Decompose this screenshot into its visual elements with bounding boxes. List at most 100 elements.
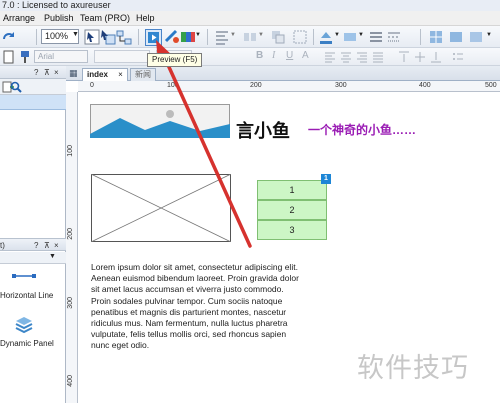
align-right-icon[interactable] [356, 51, 368, 63]
search-icon[interactable] [10, 81, 22, 93]
toolbar-separator [207, 29, 208, 45]
widget-horizontal-line[interactable]: Horizontal Line [0, 267, 66, 307]
sitemap-selected-row[interactable] [0, 95, 66, 110]
ruler-tick-label: 300 [335, 82, 347, 89]
tab-label: index [87, 70, 108, 79]
tab-menu-icon[interactable]: ▦ [69, 68, 78, 79]
menu-team[interactable]: Team (PRO) [80, 12, 130, 25]
snap-grid-icon[interactable] [428, 29, 444, 45]
toolbar-separator [313, 29, 314, 45]
font-family-select[interactable]: Arial [34, 50, 88, 63]
page-subtitle[interactable]: 一个神奇的小鱼…… [308, 121, 416, 138]
zoom-value: 100% [45, 31, 69, 41]
widgets-panel-header: t) ? ⊼ × [0, 238, 66, 251]
close-icon[interactable]: × [118, 70, 123, 79]
widgets-library-bar[interactable]: ▼ [0, 252, 66, 264]
toolbar-separator [420, 29, 421, 45]
dynamic-panel-icon [15, 317, 33, 334]
fill-color-icon[interactable] [318, 29, 334, 45]
redo-icon[interactable] [1, 29, 17, 45]
font-style-select[interactable] [94, 50, 150, 63]
pin-icon[interactable]: ⊼ [44, 241, 50, 251]
justify-icon[interactable] [372, 51, 384, 63]
border-icon[interactable] [468, 29, 484, 45]
valign-middle-icon[interactable] [414, 51, 426, 63]
sitemap-toolbar [0, 79, 66, 95]
row-value: 1 [289, 185, 295, 195]
arrow-style-icon[interactable] [448, 29, 464, 45]
close-icon[interactable]: × [54, 241, 59, 251]
horizontal-line-icon [12, 274, 36, 278]
pin-icon[interactable]: ⊼ [44, 68, 50, 78]
repeater-row[interactable]: 1 [257, 180, 327, 200]
page-heading[interactable]: 言小鱼 [236, 117, 290, 143]
italic-icon[interactable]: I [272, 50, 275, 61]
help-icon[interactable]: ? [34, 68, 38, 78]
repeater-row[interactable]: 2 [257, 200, 327, 220]
placeholder-box[interactable] [91, 174, 231, 242]
window-title-bar: 7.0 : Licensed to axureuser [0, 0, 500, 11]
repeater-badge: 1 [321, 174, 331, 184]
font-color-icon[interactable]: A [302, 50, 309, 61]
ruler-tick-label: 200 [250, 82, 262, 89]
image-placeholder-banner[interactable] [90, 104, 230, 138]
valign-top-icon[interactable] [398, 51, 410, 63]
generate-prototype-icon[interactable] [180, 29, 196, 45]
chevron-down-icon[interactable]: ▼ [230, 32, 236, 38]
format-painter-icon[interactable] [18, 50, 32, 64]
align-center-icon[interactable] [340, 51, 352, 63]
chevron-down-icon[interactable]: ▼ [486, 32, 492, 38]
underline-icon[interactable]: U [286, 50, 293, 61]
left-panel: ? ⊼ × t) ? ⊼ × ▼ Horizontal Line Dynamic… [0, 66, 66, 403]
vertical-ruler: 100 200 300 400 [66, 92, 78, 403]
share-icon[interactable] [164, 29, 180, 45]
chevron-down-icon[interactable]: ▼ [358, 32, 364, 38]
select-intersected-icon[interactable] [84, 29, 100, 45]
chevron-down-icon[interactable]: ▼ [72, 31, 79, 38]
ruler-tick-label: 100 [67, 145, 74, 157]
line-style-icon[interactable] [386, 29, 402, 45]
menu-arrange[interactable]: Arrange [3, 12, 35, 25]
line-weight-icon[interactable] [368, 29, 384, 45]
menu-publish[interactable]: Publish [44, 12, 74, 25]
valign-bottom-icon[interactable] [430, 51, 442, 63]
lorem-paragraph[interactable]: Lorem ipsum dolor sit amet, consectetur … [91, 262, 303, 352]
new-page-icon[interactable] [2, 50, 16, 64]
tab-index[interactable]: index × [82, 68, 128, 81]
help-icon[interactable]: ? [34, 241, 38, 251]
menu-help[interactable]: Help [136, 12, 155, 25]
ruler-tick-label: 400 [419, 82, 431, 89]
watermark-text: 软件技巧 [357, 353, 469, 383]
connector-icon[interactable] [116, 29, 132, 45]
close-icon[interactable]: × [54, 68, 59, 78]
ruler-tick-label: 400 [67, 375, 74, 387]
preview-button[interactable] [145, 29, 162, 46]
chevron-down-icon[interactable]: ▼ [334, 32, 340, 38]
format-toolbar: Arial B I U A [0, 48, 500, 66]
bring-front-icon[interactable] [270, 29, 286, 45]
widget-label: Dynamic Panel [0, 339, 54, 348]
align-icon[interactable] [214, 29, 230, 45]
tab-news[interactable]: 新闻 [130, 68, 156, 81]
bullet-list-icon[interactable] [452, 51, 464, 63]
align-left-icon[interactable] [324, 51, 336, 63]
main-toolbar: 100% ▼ ▼ ▼ ▼ ▼ ▼ ▼ [0, 26, 500, 48]
widget-dynamic-panel[interactable]: Dynamic Panel [0, 313, 66, 353]
menu-bar: Arrange Publish Team (PRO) Help [0, 11, 500, 26]
chevron-down-icon[interactable]: ▼ [258, 32, 264, 38]
group-icon[interactable] [292, 29, 308, 45]
chevron-down-icon[interactable]: ▼ [195, 32, 201, 38]
row-value: 2 [289, 205, 295, 215]
chevron-down-icon[interactable]: ▼ [49, 253, 56, 260]
document-tabs: ▦ index × 新闻 [66, 66, 500, 81]
select-contained-icon[interactable] [100, 29, 116, 45]
distribute-icon[interactable] [242, 29, 258, 45]
line-color-icon[interactable] [342, 29, 358, 45]
repeater-row[interactable]: 3 [257, 220, 327, 240]
sitemap-panel-header: ? ⊼ × [0, 66, 66, 79]
bold-icon[interactable]: B [256, 50, 263, 61]
font-family-value: Arial [38, 52, 55, 61]
tab-label: 新闻 [135, 70, 151, 79]
toolbar-separator [138, 29, 139, 45]
preview-icon [148, 32, 159, 43]
